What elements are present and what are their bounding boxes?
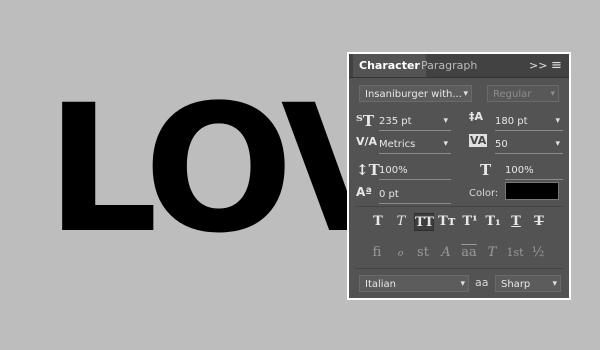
ornaments-button[interactable]: T <box>482 243 502 263</box>
font-family-select[interactable]: Insaniburger with... ▾ <box>359 85 472 102</box>
language-value: Italian <box>365 279 397 290</box>
leading-value: 180 pt <box>495 116 528 127</box>
titling-alternates-button[interactable]: aa <box>459 243 479 263</box>
panel-tabbar: Character Paragraph >> ≡ <box>349 54 569 78</box>
ordinals-button[interactable]: 1st <box>505 243 525 263</box>
baseline-shift-icon: Aª <box>356 185 373 199</box>
chevron-down-icon: ▾ <box>555 139 560 149</box>
chevron-down-icon: ▾ <box>460 279 465 289</box>
antialias-icon: aa <box>475 276 489 289</box>
divider <box>355 206 563 207</box>
vertical-scale-icon: ↕T <box>356 161 380 179</box>
underline-button[interactable]: T <box>506 213 526 231</box>
chevron-down-icon: ▾ <box>555 116 560 126</box>
superscript-button[interactable]: T¹ <box>460 213 480 231</box>
antialias-select[interactable]: Sharp ▾ <box>495 275 561 292</box>
old-style-button[interactable]: ℴ <box>390 243 410 263</box>
horizontal-scale-value: 100% <box>505 165 534 176</box>
small-caps-button[interactable]: Tт <box>437 213 457 231</box>
divider <box>355 268 563 269</box>
chevron-down-icon: ▾ <box>443 116 448 126</box>
tracking-value: 50 <box>495 139 508 150</box>
chevron-down-icon: ▾ <box>552 279 557 289</box>
chevron-down-icon: ▾ <box>443 139 448 149</box>
horizontal-scale-icon: T <box>480 161 492 179</box>
baseline-shift-value: 0 pt <box>379 189 399 200</box>
strikethrough-button[interactable]: T <box>529 213 549 231</box>
panel-menu-icon[interactable]: ≡ <box>551 54 562 77</box>
kerning-select[interactable]: Metrics ▾ <box>379 136 451 154</box>
faux-italic-button[interactable]: T <box>391 213 411 231</box>
character-panel: Character Paragraph >> ≡ Insaniburger wi… <box>347 52 571 300</box>
vertical-scale-field[interactable]: 100% <box>379 162 451 180</box>
leading-icon: ‡A <box>469 110 484 123</box>
swash-button[interactable]: A <box>436 243 456 263</box>
kerning-value: Metrics <box>379 139 416 150</box>
all-caps-button[interactable]: TT <box>414 213 434 231</box>
tracking-icon: VA <box>469 134 488 147</box>
language-select[interactable]: Italian ▾ <box>359 275 469 292</box>
leading-field[interactable]: 180 pt ▾ <box>495 113 563 131</box>
color-label: Color: <box>469 188 499 199</box>
font-style-value: Regular <box>493 89 532 100</box>
vertical-scale-value: 100% <box>379 165 408 176</box>
stylistic-alternates-button[interactable]: st <box>413 243 433 263</box>
baseline-shift-field[interactable]: 0 pt <box>379 186 451 204</box>
kerning-icon: V/A <box>356 135 378 148</box>
font-size-value: 235 pt <box>379 116 412 127</box>
tab-paragraph[interactable]: Paragraph <box>415 54 483 77</box>
tracking-field[interactable]: 50 ▾ <box>495 136 563 154</box>
font-size-icon: ᵀT <box>356 112 374 130</box>
horizontal-scale-field[interactable]: 100% <box>505 162 563 180</box>
font-family-value: Insaniburger with... <box>365 89 462 100</box>
chevron-down-icon: ▾ <box>550 89 555 99</box>
color-swatch[interactable] <box>505 182 559 200</box>
faux-bold-button[interactable]: T <box>368 213 388 231</box>
font-size-field[interactable]: 235 pt ▾ <box>379 113 451 131</box>
chevron-down-icon: ▾ <box>463 89 468 99</box>
collapse-icon[interactable]: >> <box>529 54 547 77</box>
antialias-value: Sharp <box>501 279 531 290</box>
font-style-select[interactable]: Regular ▾ <box>487 85 559 102</box>
fractions-button[interactable]: ½ <box>528 243 548 263</box>
ligatures-button[interactable]: fi <box>367 243 387 263</box>
subscript-button[interactable]: T₁ <box>483 213 503 231</box>
